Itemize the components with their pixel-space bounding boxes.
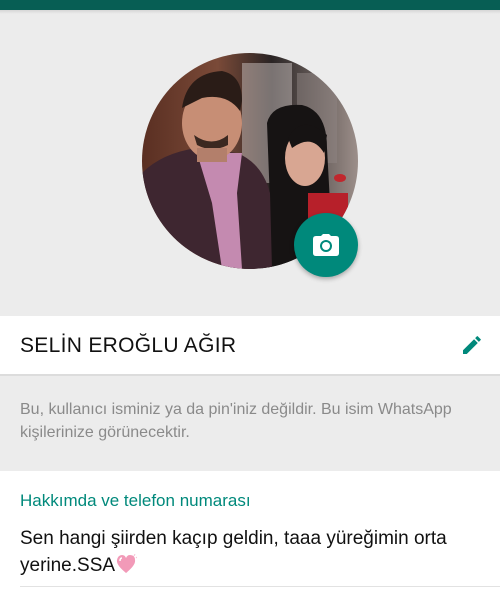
sparkling-heart-icon [116,554,138,573]
about-heading: Hakkımda ve telefon numarası [20,491,251,510]
divider [20,586,500,587]
edit-name-button[interactable] [460,333,484,357]
change-photo-button[interactable] [294,213,358,277]
about-card[interactable]: Hakkımda ve telefon numarası Sen hangi ş… [0,471,500,604]
camera-icon [313,234,339,256]
about-status: Sen hangi şiirden kaçıp geldin, taaa yür… [20,525,480,579]
name-hint-text: Bu, kullanıcı isminiz ya da pin'iniz değ… [20,401,452,441]
divider [0,374,500,376]
profile-name-row[interactable]: SELİN EROĞLU AĞIR [0,316,500,374]
profile-name: SELİN EROĞLU AĞIR [20,334,237,357]
pencil-icon [463,336,481,354]
top-app-bar [0,0,500,10]
about-status-text: Sen hangi şiirden kaçıp geldin, taaa yür… [20,528,447,576]
